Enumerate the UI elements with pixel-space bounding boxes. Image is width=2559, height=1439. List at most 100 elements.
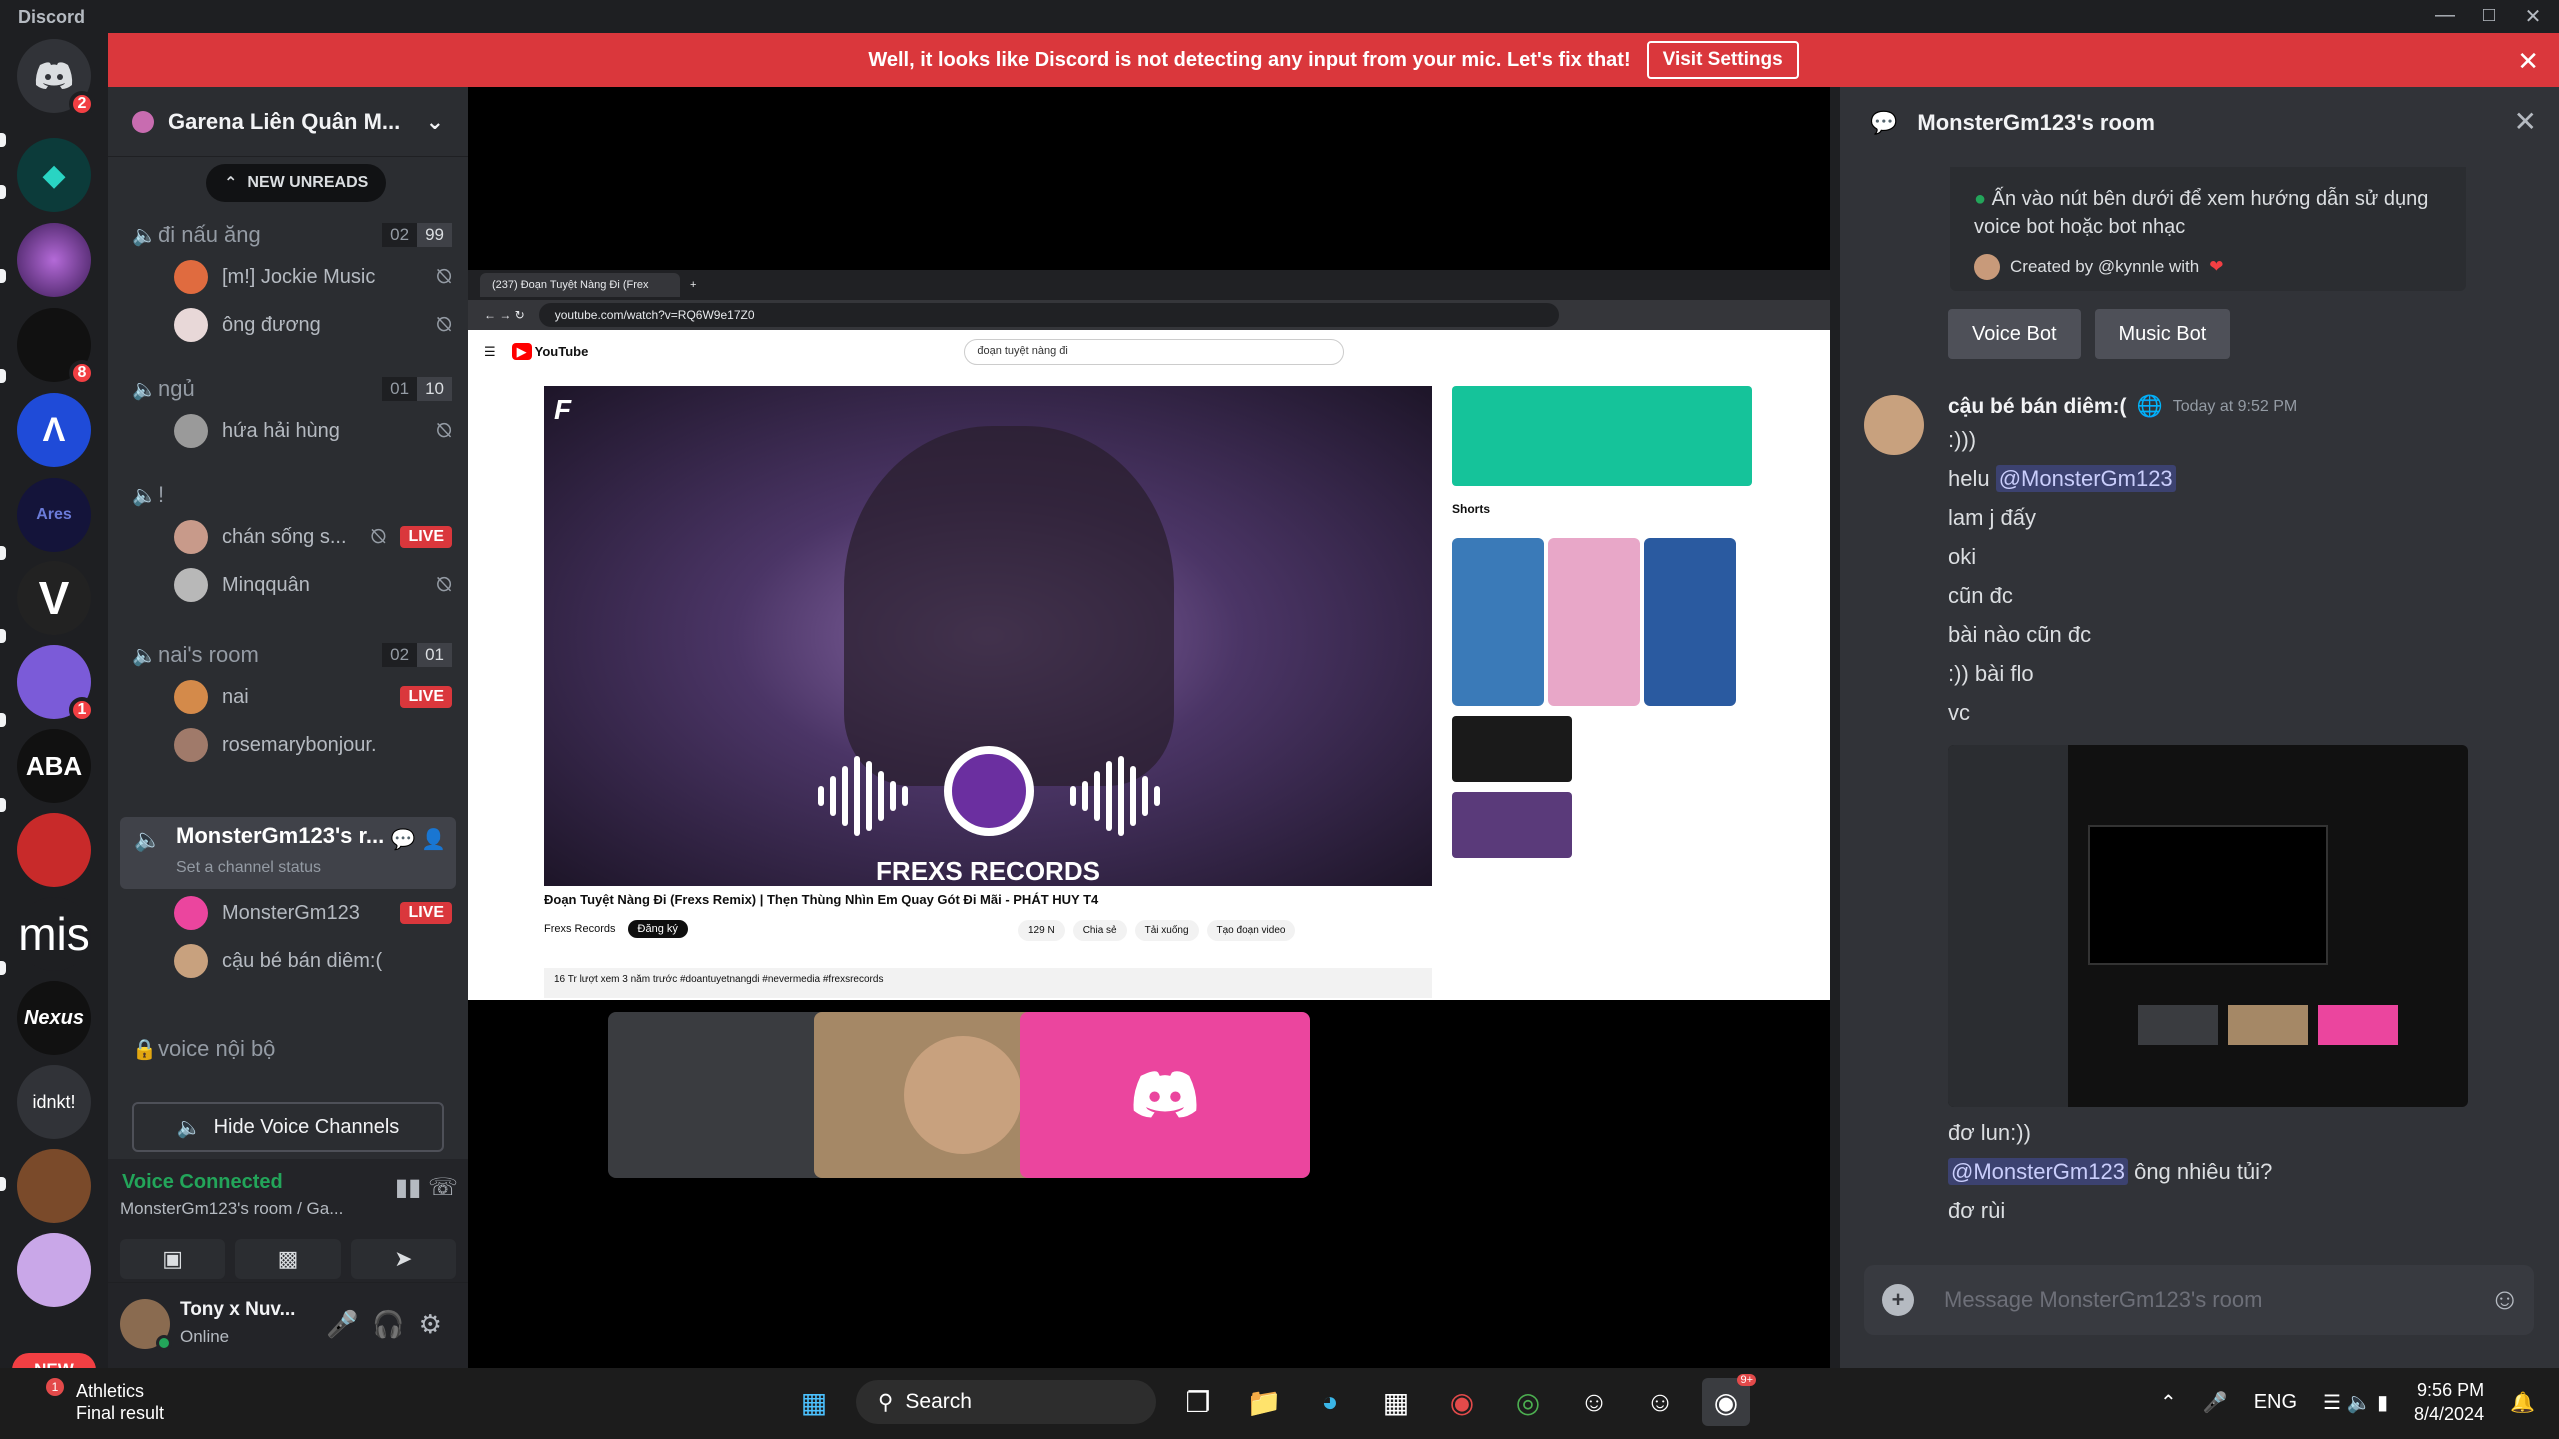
unread-pill <box>0 629 6 643</box>
emoji-icon[interactable]: ☺ <box>2489 1283 2520 1317</box>
guild-name: Garena Liên Quân M... <box>168 108 401 134</box>
windows-start-icon[interactable]: ▦ <box>790 1378 838 1426</box>
server-icon-7[interactable] <box>17 1149 91 1223</box>
user-tile[interactable] <box>1020 1012 1310 1178</box>
activity-rocket-icon[interactable]: ➤ <box>350 1239 456 1279</box>
voice-user[interactable]: Minqquân ⦰ <box>174 565 452 605</box>
active-voice-channel[interactable]: 🔈 MonsterGm123's r... Set a channel stat… <box>120 817 456 889</box>
stream-stage[interactable]: (237) Đoạn Tuyệt Nàng Đi (Frex + ← → ↻ you… <box>468 87 1830 1368</box>
close-icon[interactable]: ✕ <box>2517 46 2539 77</box>
voice-location[interactable]: MonsterGm123's room / Ga... <box>120 1199 343 1219</box>
avatar <box>174 896 208 930</box>
app-icon[interactable]: ☺ <box>1570 1378 1618 1426</box>
short-thumb <box>1644 538 1736 706</box>
voice-channel[interactable]: 🔈 nai's room 02 01 <box>132 637 452 673</box>
server-icon-mis[interactable]: mis <box>17 897 91 971</box>
user-mention[interactable]: @MonsterGm123 <box>1948 1158 2128 1185</box>
unread-badge: 8 <box>69 360 95 386</box>
weather-widget[interactable]: 1 Athletics Final result <box>32 1378 164 1424</box>
server-icon-v[interactable]: V <box>17 561 91 635</box>
youtube-sidebar: Shorts <box>1452 386 1752 858</box>
server-icon-5[interactable]: 1 <box>17 645 95 723</box>
server-icon-ares[interactable]: Ares <box>17 478 91 552</box>
username[interactable]: Tony x Nuv... <box>180 1299 295 1321</box>
voice-user[interactable]: ông đương ⦰ <box>174 305 452 345</box>
home-button[interactable]: 2 <box>17 39 95 117</box>
server-icon-2[interactable] <box>17 223 91 297</box>
server-list: 2 ◆ 8 Λ Ares V 1 ABA mis Nexus idnkt! NE… <box>0 33 108 1387</box>
user-mention[interactable]: @MonsterGm123 <box>1995 465 2176 492</box>
edge-icon[interactable]: ◕ <box>1306 1378 1354 1426</box>
recommended-item <box>1452 716 1752 782</box>
mic-tray-icon[interactable]: 🎤 <box>2203 1390 2228 1415</box>
server-icon-4[interactable]: Λ <box>17 393 91 467</box>
taskbar-search[interactable]: ⚲ Search <box>856 1380 1156 1424</box>
video-off-icon[interactable]: ▣ <box>120 1239 226 1279</box>
server-icon-idnkt[interactable]: idnkt! <box>17 1065 91 1139</box>
voice-connected-label[interactable]: Voice Connected <box>122 1171 283 1194</box>
chat-and-invite-icons[interactable]: 💬 👤 <box>391 827 446 852</box>
server-icon-8[interactable] <box>17 1233 91 1307</box>
voice-channel[interactable]: 🔈 ngủ 01 10 <box>132 371 452 407</box>
voice-user[interactable]: [m!] Jockie Music ⦰ <box>174 257 452 297</box>
voice-user[interactable]: chán sống s... ⦰ LIVE <box>174 517 452 557</box>
voice-user[interactable]: cậu bé bán diêm:( <box>174 941 452 981</box>
chrome-icon[interactable]: ◎ <box>1504 1378 1552 1426</box>
music-bot-button[interactable]: Music Bot <box>2094 309 2231 359</box>
voice-user-name: [m!] Jockie Music <box>222 265 376 288</box>
voice-channel[interactable]: 🔈 đi nấu ăng 02 99 <box>132 217 452 253</box>
guild-header[interactable]: Garena Liên Quân M... ⌄ <box>108 87 468 157</box>
wifi-volume-battery-icons[interactable]: ☰ 🔈 ▮ <box>2323 1390 2388 1415</box>
new-unreads-pill[interactable]: ⌃ NEW UNREADS <box>206 164 387 202</box>
minimize-icon[interactable]: — <box>2425 4 2465 30</box>
youtube-search: đoạn tuyệt nàng đi <box>964 339 1345 365</box>
maximize-icon[interactable]: □ <box>2469 4 2509 30</box>
channel-status[interactable]: Set a channel status <box>176 859 321 877</box>
locked-voice-channel[interactable]: 🔒 voice nội bộ <box>132 1031 452 1067</box>
server-icon-nexus[interactable]: Nexus <box>17 981 91 1055</box>
message-composer[interactable]: + Message MonsterGm123's room ☺ <box>1864 1265 2534 1335</box>
avatar <box>174 520 208 554</box>
hide-voice-channels-button[interactable]: 🔈 Hide Voice Channels <box>132 1102 444 1152</box>
avatar <box>174 944 208 978</box>
app-icon[interactable]: ☺ <box>1636 1378 1684 1426</box>
voice-user[interactable]: MonsterGm123 LIVE <box>174 893 452 933</box>
voice-user[interactable]: rosemarybonjour. <box>174 725 452 765</box>
discord-taskbar-icon[interactable]: ◉ 9+ <box>1702 1374 1756 1426</box>
file-explorer-icon[interactable]: 📁 <box>1240 1378 1288 1426</box>
voice-channel[interactable]: 🔈! <box>132 477 452 513</box>
audio-waveform <box>684 746 1294 846</box>
close-window-icon[interactable]: ✕ <box>2513 4 2553 30</box>
server-icon-6[interactable] <box>17 813 91 887</box>
chevron-up-icon[interactable]: ⌃ <box>2160 1390 2177 1415</box>
voice-user[interactable]: hứa hải hùng ⦰ <box>174 411 452 451</box>
download-button: Tải xuống <box>1134 920 1199 941</box>
noise-and-disconnect-icons[interactable]: ▮▮ ☏ <box>395 1173 458 1202</box>
avatar[interactable] <box>1864 395 1924 455</box>
voice-user-name: rosemarybonjour. <box>222 733 377 756</box>
voice-user[interactable]: nai LIVE <box>174 677 452 717</box>
store-icon[interactable]: ▦ <box>1372 1378 1420 1426</box>
game-app-icon[interactable]: ◉ <box>1438 1378 1486 1426</box>
language-indicator[interactable]: ENG <box>2254 1391 2297 1414</box>
message-author[interactable]: cậu bé bán diêm:( <box>1948 395 2127 419</box>
notification-bell-icon[interactable]: 🔔 <box>2510 1390 2535 1415</box>
task-view-icon[interactable]: ❐ <box>1174 1378 1222 1426</box>
message-image-attachment[interactable] <box>1948 745 2468 1107</box>
voice-bot-button[interactable]: Voice Bot <box>1948 309 2081 359</box>
live-badge: LIVE <box>400 526 452 548</box>
clock[interactable]: 9:56 PM 8/4/2024 <box>2414 1378 2484 1426</box>
composer-placeholder[interactable]: Message MonsterGm123's room <box>1944 1287 2262 1313</box>
close-icon[interactable]: ✕ <box>2514 105 2537 138</box>
voice-user-name: nai <box>222 685 249 708</box>
server-icon-3[interactable]: 8 <box>17 308 95 386</box>
server-icon-aba[interactable]: ABA <box>17 729 91 803</box>
server-icon-1[interactable]: ◆ <box>17 138 91 212</box>
title-bar: Discord — □ ✕ <box>0 0 2559 33</box>
add-attachment-icon[interactable]: + <box>1882 1284 1914 1316</box>
mic-headset-settings-icons[interactable]: 🎤🎧⚙ <box>326 1309 456 1340</box>
screen-share-icon[interactable]: ▩ <box>235 1239 341 1279</box>
unread-pill <box>0 185 6 199</box>
shared-screen: (237) Đoạn Tuyệt Nàng Đi (Frex + ← → ↻ you… <box>468 270 1830 1000</box>
visit-settings-button[interactable]: Visit Settings <box>1646 41 1799 79</box>
